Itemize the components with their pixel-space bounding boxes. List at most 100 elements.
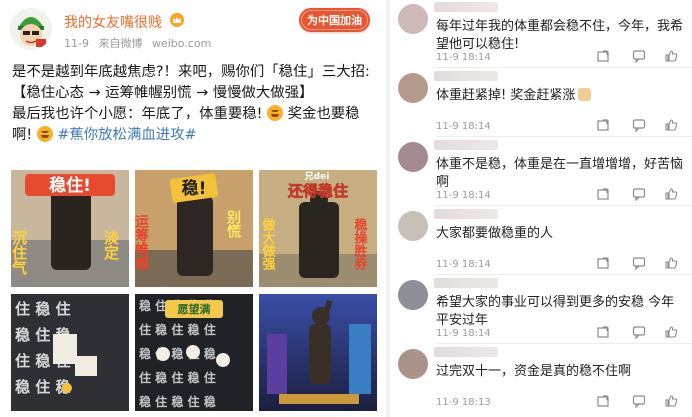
svg-text:住 稳 住 稳 住: 住 稳 住 稳 住 <box>139 370 216 385</box>
comment-item: 希望大家的事业可以得到更多的安稳 今年平安过年 11-9 18:14 <box>390 276 692 344</box>
share-icon[interactable] <box>596 394 610 408</box>
avatar[interactable] <box>10 8 52 50</box>
smile-emoji-icon <box>36 126 53 142</box>
comment-username[interactable] <box>434 71 498 81</box>
comment-icon[interactable] <box>632 187 646 201</box>
like-icon[interactable] <box>664 49 678 63</box>
comment-actions <box>596 256 682 272</box>
share-icon[interactable] <box>596 118 610 132</box>
comment-divider <box>436 136 692 137</box>
like-icon[interactable] <box>664 256 678 270</box>
comment-date: 11-9 18:13 <box>436 397 491 408</box>
comment-text: 过完双十一，资金是真的稳不住啊 <box>436 364 632 379</box>
comment-avatar[interactable] <box>398 349 428 379</box>
weibo-post-panel: 我的女友嘴很贱 11-9 来自微博 weibo.com 为中国加油 是不是越到年… <box>0 0 386 417</box>
image-tile-3[interactable]: 兄dei 还得稳住 做大做强 稳操胜券 <box>259 170 377 287</box>
svg-text:稳 住 稳 住 稳: 稳 住 稳 住 稳 <box>139 346 216 361</box>
like-icon[interactable] <box>664 118 678 132</box>
comment-divider <box>436 67 692 68</box>
post-line-1: 是不是越到年底越焦虑?！来吧，赐你们「稳住」三大招: <box>12 64 370 80</box>
post-date: 11-9 <box>64 37 89 50</box>
comment-icon[interactable] <box>632 49 646 63</box>
like-icon[interactable] <box>664 325 678 339</box>
comment-avatar[interactable] <box>398 280 428 310</box>
image-tile-4[interactable]: 住 稳 住 稳 住 稳 住 稳 住 稳 住 稳 <box>11 294 129 411</box>
like-icon[interactable] <box>664 394 678 408</box>
share-icon[interactable] <box>596 256 610 270</box>
comment-avatar[interactable] <box>398 142 428 172</box>
image-3-right-caption: 稳操胜券 <box>352 217 369 271</box>
comment-date: 11-9 18:14 <box>436 328 491 339</box>
hashtag-link[interactable]: #蕉你放松满血进攻# <box>57 127 196 143</box>
campaign-badge[interactable]: 为中国加油 <box>299 8 370 32</box>
comment-list: 每年过年我的体重都会稳不住，今年，我希望他可以稳住! 11-9 18:14 体重赶紧… <box>390 0 692 417</box>
image-tile-1[interactable]: 稳住! 沉住气 淡定 <box>11 170 129 287</box>
username[interactable]: 我的女友嘴很贱 <box>64 12 185 32</box>
handshake-emoji-icon <box>578 88 592 101</box>
post-line-3: 最后我也许个小愿：年底了，体重要稳! 奖金也要稳啊! #蕉你放松满血进攻# <box>12 104 376 146</box>
image-2-left-caption: 运筹帷幄 <box>135 214 149 271</box>
post-site[interactable]: weibo.com <box>152 37 211 50</box>
comment-item: 体重赶紧掉! 奖金赶紧涨 11-9 18:14 <box>390 69 692 137</box>
post-source: 来自微博 <box>98 37 143 50</box>
comment-date: 11-9 18:14 <box>436 121 491 132</box>
comment-icon[interactable] <box>632 118 646 132</box>
comment-actions <box>596 49 682 65</box>
comment-date: 11-9 18:14 <box>436 259 491 270</box>
comment-avatar[interactable] <box>398 73 428 103</box>
comment-divider <box>436 274 692 275</box>
image-3-title: 还得稳住 <box>287 182 348 200</box>
share-icon[interactable] <box>596 49 610 63</box>
comment-icon[interactable] <box>632 325 646 339</box>
comment-text: 体重赶紧掉! 奖金赶紧涨 <box>436 87 686 105</box>
comment-divider <box>436 343 692 344</box>
comment-icon[interactable] <box>632 394 646 408</box>
image-1-right-caption: 淡定 <box>102 230 120 261</box>
post-line-2: 【稳住心态 → 运筹帷幄别慌 → 慢慢做大做强】 <box>12 85 314 101</box>
image-5-banner: 愿望满 <box>178 302 211 316</box>
badge-text: 为中国加油 <box>307 14 362 27</box>
image-1-left-caption: 沉住气 <box>11 229 28 276</box>
post-line-3a: 最后我也许个小愿：年底了，体重要稳! <box>12 106 263 122</box>
image-tile-5[interactable]: 稳 住 稳 住 稳 住 稳 住 稳 住 稳 住 稳 住 稳 住 稳 住 稳 住 … <box>135 294 253 411</box>
crown-icon <box>170 13 185 27</box>
comment-username[interactable] <box>434 209 498 219</box>
post-meta: 11-9 来自微博 weibo.com <box>64 35 217 51</box>
comment-actions <box>596 118 682 134</box>
comment-avatar[interactable] <box>398 4 428 34</box>
smile-emoji-icon <box>267 105 283 121</box>
comment-item: 过完双十一，资金是真的稳不住啊 11-9 18:13 <box>390 345 692 413</box>
comment-icon[interactable] <box>632 256 646 270</box>
share-icon[interactable] <box>596 187 610 201</box>
like-icon[interactable] <box>664 187 678 201</box>
comment-date: 11-9 18:14 <box>436 190 491 201</box>
username-text[interactable]: 我的女友嘴很贱 <box>64 15 162 31</box>
comment-username[interactable] <box>434 347 498 357</box>
image-tile-6[interactable] <box>259 294 377 411</box>
comment-username[interactable] <box>434 2 498 12</box>
post-header: 我的女友嘴很贱 11-9 来自微博 weibo.com 为中国加油 <box>10 8 380 52</box>
comment-actions <box>596 325 682 341</box>
comment-username[interactable] <box>434 140 498 150</box>
comment-actions <box>596 187 682 203</box>
image-2-title: 稳! <box>182 178 207 199</box>
comment-username[interactable] <box>434 278 498 288</box>
comment-item: 大家都要做稳重的人 11-9 18:14 <box>390 207 692 275</box>
comment-item: 每年过年我的体重都会稳不住，今年，我希望他可以稳住! 11-9 18:14 <box>390 0 692 68</box>
image-3-subtitle: 兄dei <box>304 171 330 182</box>
image-grid: 稳住! 沉住气 淡定 稳! 运筹帷幄 别慌 兄dei 还得稳住 做大做强 稳操胜… <box>11 170 377 414</box>
image-1-title: 稳住! <box>49 175 91 196</box>
image-3-left-caption: 做大做强 <box>260 217 277 271</box>
comment-avatar[interactable] <box>398 211 428 241</box>
comment-text: 大家都要做稳重的人 <box>436 226 554 241</box>
svg-text:稳 住 稳 住 稳: 稳 住 稳 住 稳 <box>139 394 216 409</box>
svg-text:住 稳 住: 住 稳 住 <box>15 300 70 318</box>
post-body: 是不是越到年底越焦虑?！来吧，赐你们「稳住」三大招: 【稳住心态 → 运筹帷幄别… <box>12 62 376 146</box>
comment-date: 11-9 18:14 <box>436 52 491 63</box>
share-icon[interactable] <box>596 325 610 339</box>
image-tile-2[interactable]: 稳! 运筹帷幄 别慌 <box>135 170 253 287</box>
comment-divider <box>436 205 692 206</box>
image-2-right-caption: 别慌 <box>225 210 242 239</box>
comment-actions <box>596 394 682 410</box>
svg-text:住 稳 住 稳 住: 住 稳 住 稳 住 <box>139 322 216 337</box>
